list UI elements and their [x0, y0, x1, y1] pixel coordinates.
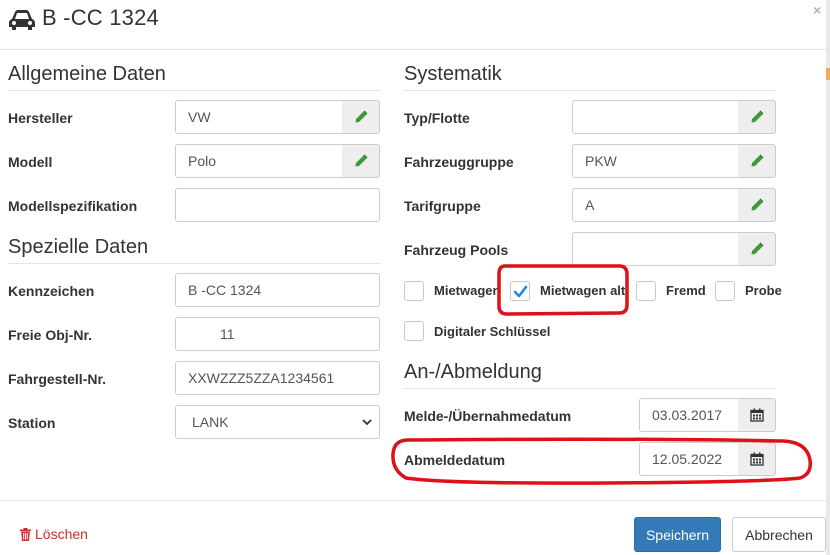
pencil-icon [751, 242, 764, 255]
probe-label: Probe [745, 283, 782, 298]
footer-divider [0, 500, 826, 501]
type-fleet-field[interactable] [572, 100, 739, 134]
close-icon[interactable]: × [813, 2, 821, 18]
plate-field[interactable]: B -CC 1324 [175, 273, 380, 307]
model-edit-button[interactable] [342, 144, 380, 178]
register-date-field[interactable]: 03.03.2017 [639, 398, 739, 432]
manufacturer-edit-button[interactable] [342, 100, 380, 134]
cancel-button[interactable]: Abbrechen [732, 517, 826, 552]
mietwagen-label: Mietwagen [434, 283, 501, 298]
section-title-registration: An-/Abmeldung [404, 361, 542, 383]
section-divider [404, 388, 776, 389]
pencil-icon [751, 198, 764, 211]
save-button[interactable]: Speichern [634, 517, 721, 552]
calendar-icon [749, 408, 764, 422]
mietwagen-alt-checkbox[interactable] [510, 281, 530, 301]
model-spec-label: Modellspezifikation [8, 198, 138, 214]
vin-field[interactable]: XXWZZZ5ZZA1234561 [175, 361, 380, 395]
tariff-group-edit-button[interactable] [738, 188, 776, 222]
pencil-icon [355, 154, 368, 167]
fremd-label: Fremd [666, 283, 706, 298]
register-date-label: Melde-/Übernahmedatum [404, 408, 572, 424]
vehicle-dialog: B -CC 1324 × Allgemeine Daten Hersteller… [0, 0, 830, 555]
type-fleet-edit-button[interactable] [738, 100, 776, 134]
station-label: Station [8, 415, 56, 431]
delete-label: Löschen [35, 526, 88, 542]
vehicle-group-edit-button[interactable] [738, 144, 776, 178]
type-fleet-label: Typ/Flotte [404, 110, 470, 126]
manufacturer-field[interactable]: VW [175, 100, 343, 134]
digital-key-checkbox[interactable] [404, 321, 424, 341]
chevron-down-icon [362, 419, 372, 426]
checkmark-icon [513, 285, 528, 298]
model-label: Modell [8, 154, 53, 170]
pencil-icon [751, 154, 764, 167]
trash-icon [20, 527, 31, 541]
background-marker [826, 68, 830, 80]
background-page-strip [826, 0, 830, 555]
section-title-special: Spezielle Daten [8, 236, 149, 258]
free-obj-field[interactable]: 11 [175, 317, 380, 351]
pencil-icon [355, 110, 368, 123]
model-field[interactable]: Polo [175, 144, 343, 178]
tariff-group-label: Tarifgruppe [404, 198, 481, 214]
deregister-date-field[interactable]: 12.05.2022 [639, 442, 739, 476]
free-obj-label: Freie Obj-Nr. [8, 327, 93, 343]
vehicle-pools-label: Fahrzeug Pools [404, 242, 509, 258]
manufacturer-label: Hersteller [8, 110, 73, 126]
vehicle-pools-field[interactable] [572, 232, 739, 266]
delete-button[interactable]: Löschen [20, 526, 88, 542]
deregister-date-label: Abmeldedatum [404, 452, 506, 468]
vehicle-group-label: Fahrzeuggruppe [404, 154, 514, 170]
vehicle-pools-edit-button[interactable] [738, 232, 776, 266]
plate-label: Kennzeichen [8, 283, 95, 299]
section-divider [8, 263, 380, 264]
section-title-general: Allgemeine Daten [8, 63, 166, 85]
pencil-icon [751, 110, 764, 123]
digital-key-label: Digitaler Schlüssel [434, 324, 551, 339]
vin-label: Fahrgestell-Nr. [8, 371, 107, 387]
section-divider [8, 90, 380, 91]
deregister-date-calendar-button[interactable] [738, 442, 776, 476]
station-select[interactable]: LANK [175, 405, 380, 439]
dialog-title: B -CC 1324 [42, 5, 159, 30]
dialog-header: B -CC 1324 × [0, 0, 826, 50]
section-divider [404, 90, 776, 91]
mietwagen-alt-label: Mietwagen alt [540, 283, 626, 298]
tariff-group-field[interactable]: A [572, 188, 739, 222]
section-title-systematics: Systematik [404, 63, 502, 85]
car-icon [9, 10, 35, 30]
calendar-icon [749, 452, 764, 466]
fremd-checkbox[interactable] [636, 281, 656, 301]
mietwagen-checkbox[interactable] [404, 281, 424, 301]
register-date-calendar-button[interactable] [738, 398, 776, 432]
model-spec-field[interactable] [175, 188, 380, 222]
vehicle-group-field[interactable]: PKW [572, 144, 739, 178]
station-select-value: LANK [192, 414, 229, 430]
probe-checkbox[interactable] [715, 281, 735, 301]
